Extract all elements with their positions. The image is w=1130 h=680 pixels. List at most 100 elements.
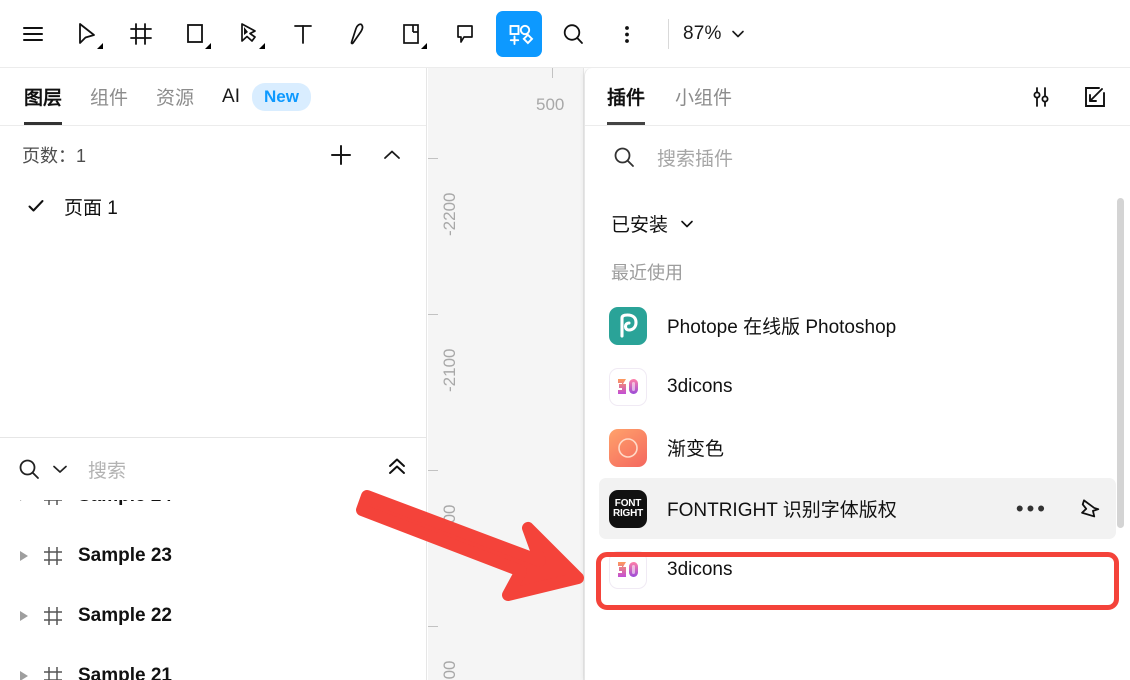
tool-dropdown-corner — [97, 42, 103, 49]
pages-count-label: 页数：1 — [22, 146, 87, 166]
plugin-tool-icon[interactable] — [496, 10, 542, 57]
search-icon — [611, 144, 637, 170]
comment-tool-icon[interactable] — [442, 11, 488, 57]
horizontal-ruler-tick — [552, 68, 553, 78]
tab-assets-label: 资源 — [156, 88, 195, 109]
expand-caret-icon[interactable] — [20, 551, 28, 561]
tab-ai[interactable]: AI — [222, 68, 240, 125]
layer-list[interactable]: Sample 24 Sample 23 — [0, 500, 426, 680]
canvas-area[interactable]: -2200 -2100 -2000 -1900 500 — [428, 68, 584, 680]
plugin-name: FONTRIGHT 识别字体版权 — [667, 500, 897, 521]
slice-tool-icon[interactable] — [388, 11, 434, 57]
plugin-more-button[interactable]: ••• — [1016, 497, 1048, 519]
ruler-label: 500 — [536, 95, 565, 114]
layer-row[interactable]: Sample 23 — [0, 526, 426, 586]
pages-row: 页数：1 — [0, 126, 426, 184]
photope-icon — [609, 306, 647, 345]
threedicons-icon — [609, 367, 647, 406]
vertical-ruler[interactable]: -2200 -2100 -2000 -1900 — [428, 68, 459, 680]
layer-label: Sample 22 — [78, 605, 172, 626]
plugin-name: 3dicons — [667, 558, 733, 580]
rectangle-tool-icon[interactable] — [172, 11, 218, 57]
open-in-window-icon[interactable] — [1082, 84, 1108, 110]
add-page-button[interactable] — [328, 142, 354, 168]
layer-label: Sample 23 — [78, 545, 172, 566]
pen-tool-icon[interactable] — [226, 11, 272, 57]
ruler-label: -2000 — [440, 504, 459, 548]
chevron-down-icon — [731, 30, 744, 37]
layer-row[interactable]: Sample 21 — [0, 646, 426, 680]
tool-dropdown-corner — [259, 42, 265, 49]
tab-components[interactable]: 组件 — [90, 68, 128, 125]
tab-components-label: 组件 — [90, 88, 129, 109]
text-tool-icon[interactable] — [280, 11, 326, 57]
plugin-panel: 插件 小组件 搜索插件 已安装 最近使用 Photope 在线版 Photosh… — [584, 68, 1130, 680]
plugin-name: 渐变色 — [667, 439, 725, 460]
fontright-icon: FONT RIGHT — [609, 489, 647, 528]
tab-widgets[interactable]: 小组件 — [675, 68, 732, 125]
threedicons-icon — [609, 550, 647, 589]
collapse-all-layers-icon[interactable] — [384, 454, 410, 485]
plugin-name: Photope 在线版 Photoshop — [667, 317, 897, 338]
plugin-row-fontright[interactable]: FONT RIGHT FONTRIGHT 识别字体版权 ••• — [599, 478, 1116, 539]
pencil-tool-icon[interactable] — [334, 11, 380, 57]
plugin-row-3dicons[interactable]: 3dicons — [599, 356, 1116, 417]
more-icon[interactable] — [604, 11, 650, 57]
tool-dropdown-corner — [421, 42, 427, 49]
search-filter-chevron-down-icon[interactable] — [50, 459, 70, 479]
left-panel: 图层 组件 资源 AI New 页数：1 页面 1 搜索 Sample 23 S… — [0, 68, 427, 680]
plugin-row-3dicons-2[interactable]: 3dicons — [599, 539, 1116, 600]
ruler-label: -2200 — [440, 192, 459, 236]
installed-section-toggle[interactable]: 已安装 — [585, 198, 1130, 243]
search-icon[interactable] — [550, 11, 596, 57]
layer-search-input[interactable]: 搜索 — [88, 456, 126, 483]
tool-dropdown-corner — [205, 42, 211, 49]
gradient-icon — [609, 428, 647, 467]
plugin-search-input[interactable]: 搜索插件 — [657, 144, 733, 171]
zoom-control[interactable]: 87% — [683, 23, 747, 45]
frame-icon — [44, 500, 62, 505]
layer-row[interactable]: Sample 24 — [0, 500, 426, 526]
installed-label: 已安装 — [611, 215, 669, 236]
chevron-down-icon — [681, 220, 693, 227]
pin-icon[interactable] — [1074, 496, 1100, 522]
tab-plugins-label: 插件 — [607, 88, 646, 109]
layer-search-row: 搜索 — [0, 438, 426, 500]
frame-icon — [44, 607, 62, 625]
tab-widgets-label: 小组件 — [675, 88, 733, 109]
new-badge[interactable]: New — [252, 82, 311, 111]
frame-icon — [44, 667, 62, 680]
expand-caret-icon[interactable] — [20, 500, 28, 501]
page-item[interactable]: 页面 1 — [0, 184, 426, 228]
left-panel-tabs: 图层 组件 资源 AI New — [0, 68, 426, 126]
tab-plugins[interactable]: 插件 — [607, 68, 646, 125]
collapse-pages-chevron-up-icon[interactable] — [380, 143, 404, 167]
tab-layers-label: 图层 — [24, 88, 63, 109]
tab-assets[interactable]: 资源 — [156, 68, 194, 125]
expand-caret-icon[interactable] — [20, 611, 28, 621]
tab-ai-label: AI — [222, 85, 240, 107]
toolbar-divider — [668, 18, 669, 49]
plugin-list-body: 已安装 最近使用 Photope 在线版 Photoshop 3dicons 渐… — [585, 188, 1130, 680]
plugin-list-scrollbar[interactable] — [1117, 198, 1124, 528]
expand-caret-icon[interactable] — [20, 671, 28, 680]
search-icon[interactable] — [16, 456, 42, 482]
layer-label: Sample 21 — [78, 665, 172, 680]
recent-section-label: 最近使用 — [611, 263, 683, 283]
layer-row[interactable]: Sample 22 — [0, 586, 426, 646]
plugin-search-row[interactable]: 搜索插件 — [585, 126, 1130, 188]
menu-icon[interactable] — [10, 11, 56, 57]
left-panel-spacer — [0, 228, 426, 437]
fontright-icon-text-top: FONT — [614, 497, 642, 509]
plugin-name: 3dicons — [667, 375, 733, 397]
tab-layers[interactable]: 图层 — [24, 68, 63, 125]
plugin-row-photope[interactable]: Photope 在线版 Photoshop — [599, 295, 1116, 356]
ruler-label: -1900 — [440, 661, 460, 680]
zoom-value: 87% — [683, 22, 722, 44]
settings-sliders-icon[interactable] — [1028, 84, 1054, 110]
move-tool-icon[interactable] — [64, 11, 110, 57]
plugin-row-gradient[interactable]: 渐变色 — [599, 417, 1116, 478]
page-item-label: 页面 1 — [64, 197, 118, 219]
frame-tool-icon[interactable] — [118, 11, 164, 57]
plugin-panel-header: 插件 小组件 — [585, 68, 1130, 126]
